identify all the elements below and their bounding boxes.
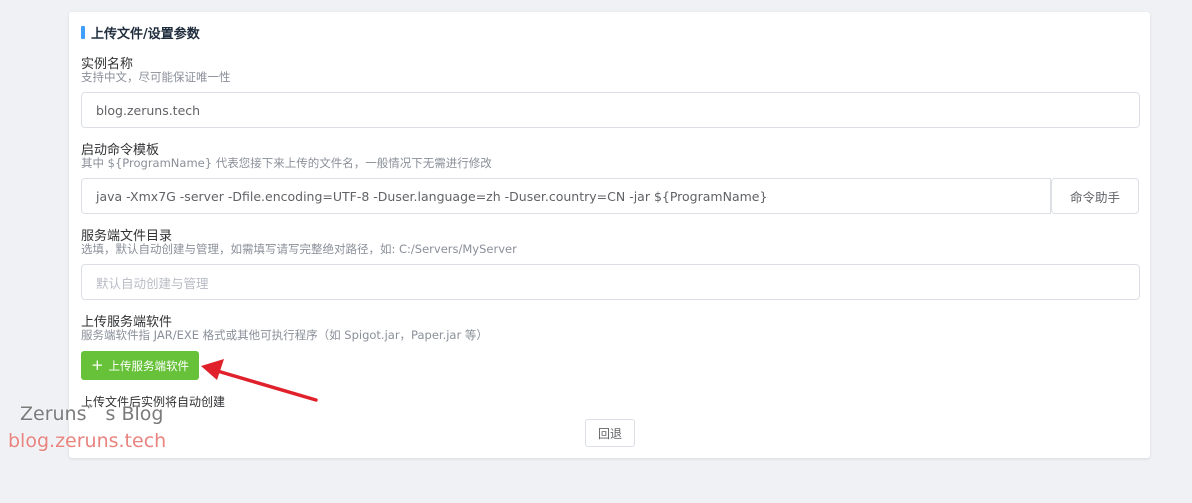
card-title-text: 上传文件/设置参数 <box>91 27 200 42</box>
instance-name-input[interactable]: blog.zeruns.tech <box>81 92 1140 128</box>
watermark-title: Zeruns゛s Blog <box>20 403 164 425</box>
settings-card: 上传文件/设置参数 实例名称 支持中文，尽可能保证唯一性 blog.zeruns… <box>69 12 1150 458</box>
upload-button-label: 上传服务端软件 <box>108 358 190 373</box>
start-command-desc: 其中 ${ProgramName} 代表您接下来上传的文件名，一般情况下无需进行… <box>81 156 492 170</box>
start-command-input[interactable]: java -Xmx7G -server -Dfile.encoding=UTF-… <box>81 178 1051 214</box>
back-button[interactable]: 回退 <box>585 419 635 447</box>
instance-name-desc: 支持中文，尽可能保证唯一性 <box>81 70 231 84</box>
card-title: 上传文件/设置参数 <box>81 23 200 42</box>
upload-server-button[interactable]: + 上传服务端软件 <box>81 351 199 380</box>
title-accent-bar <box>81 26 85 39</box>
start-command-value: java -Xmx7G -server -Dfile.encoding=UTF-… <box>96 188 768 204</box>
server-dir-desc: 选填，默认自动创建与管理，如需填写请写完整绝对路径，如: C:/Servers/… <box>81 242 517 256</box>
instance-name-value: blog.zeruns.tech <box>96 102 201 118</box>
server-dir-placeholder: 默认自动创建与管理 <box>96 275 209 291</box>
server-dir-input[interactable]: 默认自动创建与管理 <box>81 264 1140 300</box>
watermark-url: blog.zeruns.tech <box>8 430 167 452</box>
command-helper-button[interactable]: 命令助手 <box>1051 178 1139 214</box>
upload-desc: 服务端软件指 JAR/EXE 格式或其他可执行程序（如 Spigot.jar，P… <box>81 328 488 342</box>
plus-icon: + <box>90 356 104 374</box>
